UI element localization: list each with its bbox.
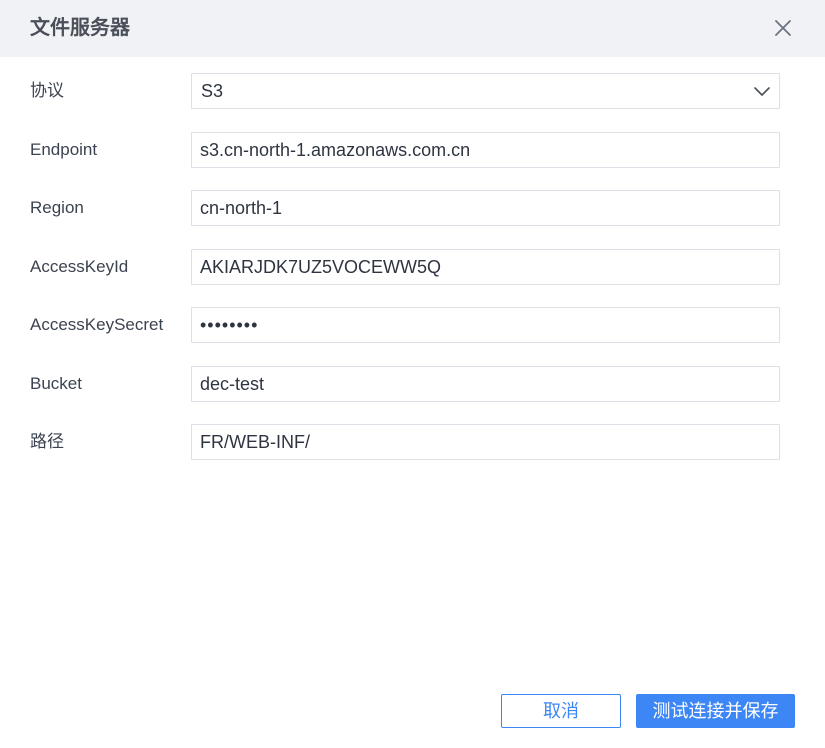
endpoint-row: Endpoint s3.cn-north-1.amazonaws.com.cn: [0, 132, 825, 168]
protocol-row: 协议 S3: [0, 73, 825, 109]
region-field[interactable]: cn-north-1: [191, 190, 780, 226]
region-value: cn-north-1: [200, 198, 283, 218]
path-label: 路径: [30, 432, 64, 451]
access-key-id-label: AccessKeyId: [30, 257, 129, 276]
endpoint-field[interactable]: s3.cn-north-1.amazonaws.com.cn: [191, 132, 780, 168]
access-key-id-field[interactable]: AKIARJDK7UZ5VOCEWW5Q: [191, 249, 780, 285]
bucket-value: dec-test: [200, 374, 265, 394]
protocol-select[interactable]: S3: [191, 73, 780, 109]
endpoint-value: s3.cn-north-1.amazonaws.com.cn: [200, 140, 471, 160]
protocol-label: 协议: [30, 81, 64, 100]
path-value: FR/WEB-INF/: [200, 432, 310, 452]
test-and-save-button[interactable]: 测试连接并保存: [636, 694, 795, 728]
endpoint-label: Endpoint: [30, 140, 98, 159]
close-icon[interactable]: [769, 14, 797, 42]
bucket-field[interactable]: dec-test: [191, 366, 780, 402]
dialog-title: 文件服务器: [30, 17, 130, 39]
chevron-down-icon[interactable]: [753, 82, 771, 100]
region-label: Region: [30, 198, 84, 217]
dialog-header: 文件服务器: [0, 0, 825, 57]
access-key-id-value: AKIARJDK7UZ5VOCEWW5Q: [200, 257, 442, 277]
path-field[interactable]: FR/WEB-INF/: [191, 424, 780, 460]
region-row: Region cn-north-1: [0, 190, 825, 226]
access-key-secret-field[interactable]: ••••••••: [191, 307, 780, 343]
bucket-row: Bucket dec-test: [0, 366, 825, 402]
access-key-secret-value: ••••••••: [200, 315, 259, 335]
access-key-id-row: AccessKeyId AKIARJDK7UZ5VOCEWW5Q: [0, 249, 825, 285]
path-row: 路径 FR/WEB-INF/: [0, 424, 825, 460]
access-key-secret-label: AccessKeySecret: [30, 315, 164, 334]
file-server-dialog: 文件服务器 协议 S3 Endpoint s3.cn-north-1.amazo…: [0, 0, 825, 748]
cancel-button[interactable]: 取消: [501, 694, 621, 728]
protocol-select-value: S3: [201, 81, 224, 101]
access-key-secret-row: AccessKeySecret ••••••••: [0, 307, 825, 343]
bucket-label: Bucket: [30, 374, 82, 393]
